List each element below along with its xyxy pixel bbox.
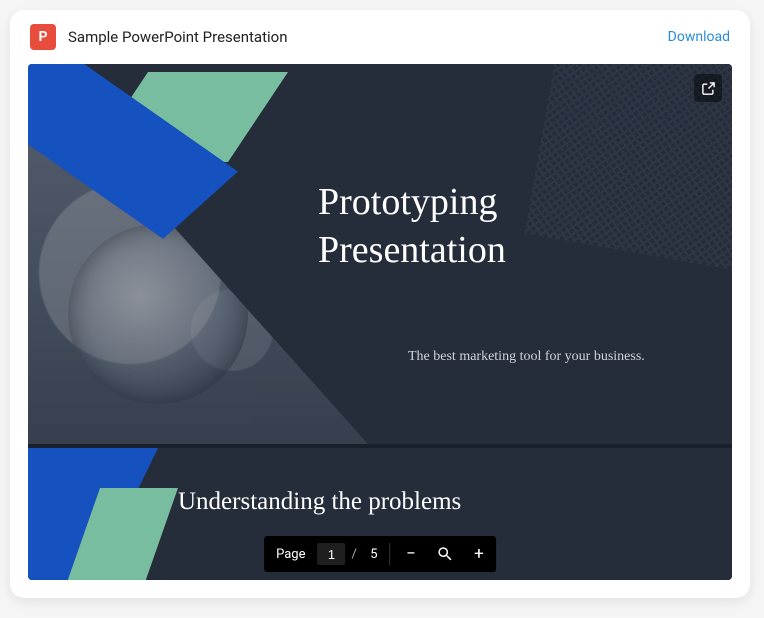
powerpoint-icon: P: [30, 24, 56, 50]
header: P Sample PowerPoint Presentation Downloa…: [10, 10, 750, 64]
divider: [389, 543, 390, 565]
open-external-icon: [701, 81, 716, 96]
slide-2: Understanding the problems Page / 5 − +: [28, 444, 732, 580]
slide1-title: Prototyping Presentation: [318, 179, 506, 274]
zoom-out-button[interactable]: −: [394, 536, 428, 572]
page-total: 5: [363, 547, 385, 562]
page-separator: /: [346, 547, 363, 562]
download-link[interactable]: Download: [668, 29, 730, 45]
zoom-reset-button[interactable]: [428, 536, 462, 572]
open-external-button[interactable]: [694, 74, 722, 102]
document-card: P Sample PowerPoint Presentation Downloa…: [10, 10, 750, 598]
slide2-title: Understanding the problems: [178, 488, 461, 516]
minus-icon: −: [406, 544, 416, 564]
page-label: Page: [264, 547, 317, 562]
slide1-subtitle: The best marketing tool for your busines…: [408, 349, 645, 365]
document-title: Sample PowerPoint Presentation: [68, 28, 656, 46]
slide1-title-line2: Presentation: [318, 229, 506, 271]
page-number-input[interactable]: [318, 543, 346, 565]
page-control-toolbar: Page / 5 − +: [264, 536, 496, 572]
slide-viewer: Prototyping Presentation The best market…: [28, 64, 732, 580]
powerpoint-icon-letter: P: [38, 29, 47, 45]
plus-icon: +: [474, 544, 484, 564]
zoom-in-button[interactable]: +: [462, 536, 496, 572]
slide1-title-line1: Prototyping: [318, 181, 497, 223]
magnifier-icon: [436, 545, 454, 563]
slide-1: Prototyping Presentation The best market…: [28, 64, 732, 444]
